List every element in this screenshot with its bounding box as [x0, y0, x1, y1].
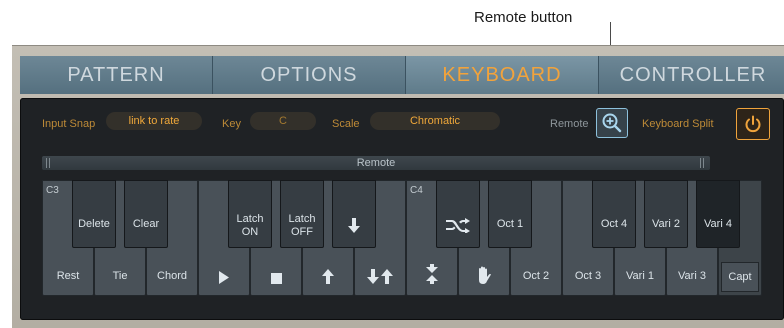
hand-icon [479, 266, 491, 284]
key-oct-2-label: Oct 2 [522, 270, 550, 282]
note-label-c4: C4 [410, 185, 423, 196]
tab-bar: PATTERN OPTIONS KEYBOARD CONTROLLER [20, 56, 784, 94]
key-oct-4-label: Oct 4 [600, 218, 628, 230]
remote-label: Remote [550, 118, 589, 130]
stop-icon [270, 273, 282, 284]
key-vari-4[interactable]: Vari 4 [696, 180, 740, 248]
key-latch-off-label: Latch OFF [288, 213, 316, 238]
shuffle-icon [446, 218, 470, 233]
remote-button[interactable] [596, 108, 628, 138]
key-tie-label: Tie [112, 270, 128, 282]
arpeggiator-plugin-window: PATTERN OPTIONS KEYBOARD CONTROLLER Inpu… [12, 45, 784, 328]
arrow-down-icon [348, 218, 360, 233]
input-snap-select[interactable]: link to rate [106, 112, 202, 130]
key-oct-3-label: Oct 3 [574, 270, 602, 282]
tab-keyboard[interactable]: KEYBOARD [406, 56, 599, 94]
arrow-up-icon [322, 269, 334, 284]
tab-pattern[interactable]: PATTERN [20, 56, 213, 94]
key-latch-on[interactable]: Latch ON [228, 180, 272, 248]
key-label: Key [222, 118, 241, 130]
key-vari-1-label: Vari 1 [626, 270, 654, 282]
arrows-converge-icon [426, 264, 438, 284]
play-icon [219, 271, 229, 284]
key-clear-label: Clear [132, 218, 160, 230]
power-icon [745, 115, 761, 133]
key-chord-label: Chord [157, 270, 187, 282]
key-random[interactable] [436, 180, 480, 248]
key-latch-off[interactable]: Latch OFF [280, 180, 324, 248]
key-delete-label: Delete [78, 218, 110, 230]
keyboard-panel: Input Snap link to rate Key C Scale Chro… [20, 98, 784, 320]
key-vari-2[interactable]: Vari 2 [644, 180, 688, 248]
key-vari-4-label: Vari 4 [704, 218, 732, 230]
remote-button-callout-label: Remote button [474, 9, 573, 26]
key-latch-on-label: Latch ON [236, 213, 264, 238]
capture-button[interactable]: Capt [721, 262, 759, 292]
key-clear[interactable]: Clear [124, 180, 168, 248]
tab-options[interactable]: OPTIONS [213, 56, 406, 94]
key-arrow-down[interactable] [332, 180, 376, 248]
key-oct-1[interactable]: Oct 1 [488, 180, 532, 248]
scale-select[interactable]: Chromatic [370, 112, 500, 130]
remote-range-right-handle[interactable] [700, 158, 706, 168]
key-vari-2-label: Vari 2 [652, 218, 680, 230]
key-rest-label: Rest [56, 270, 80, 282]
arrows-up-down-icon [367, 269, 393, 284]
tab-controller[interactable]: CONTROLLER [599, 56, 784, 94]
key-oct-1-label: Oct 1 [496, 218, 524, 230]
keyboard-split-label: Keyboard Split [642, 118, 714, 130]
key-delete[interactable]: Delete [72, 180, 116, 248]
zoom-in-icon [602, 113, 622, 133]
keyboard-split-button[interactable] [736, 108, 770, 140]
scale-label: Scale [332, 118, 360, 130]
note-label-c3: C3 [46, 185, 59, 196]
remote-range-left-handle[interactable] [46, 158, 52, 168]
key-vari-3-label: Vari 3 [678, 270, 706, 282]
remote-range-bar[interactable]: Remote [42, 156, 710, 170]
remote-range-label: Remote [356, 157, 396, 169]
key-oct-4[interactable]: Oct 4 [592, 180, 636, 248]
input-snap-label: Input Snap [42, 118, 96, 130]
key-select[interactable]: C [250, 112, 316, 130]
